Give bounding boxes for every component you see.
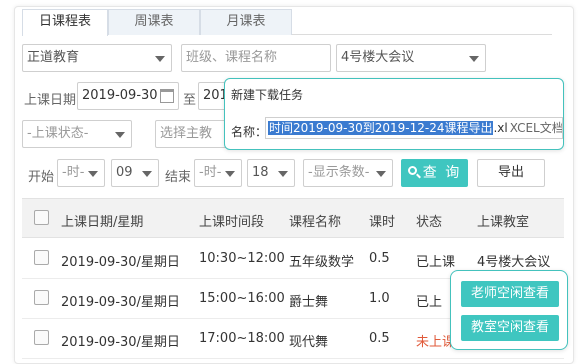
row-time: 10:30~12:00 <box>199 251 285 266</box>
search-button-label: 查 询 <box>422 165 462 181</box>
tab-monthly[interactable]: 月课表 <box>200 9 292 35</box>
to-label: 至 <box>183 93 197 108</box>
end-minute-value: 18 <box>252 165 269 180</box>
row-date: 2019-09-30/星期日 <box>61 295 180 310</box>
download-filename-input[interactable]: 时间2019-09-30到2019-12-24课程导出.xl XCEL文档 <box>265 117 563 139</box>
download-name-label: 名称： <box>231 125 268 139</box>
end-hour-select[interactable]: -时- <box>194 159 242 187</box>
row-status: 已上 <box>416 295 443 310</box>
filetype-label: XCEL文档 <box>509 121 563 135</box>
chevron-down-icon <box>155 56 165 62</box>
chevron-down-icon <box>115 132 125 138</box>
row-date: 2019-09-30/星期日 <box>61 255 180 270</box>
end-label: 结束 <box>165 170 192 185</box>
calendar-icon[interactable] <box>160 89 174 103</box>
row-course: 五年级数学 <box>289 255 355 270</box>
header-date[interactable]: 上课日期/星期 <box>61 211 143 230</box>
page-size-placeholder: -显示条数- <box>308 165 370 180</box>
header-room[interactable]: 上课教室 <box>477 211 529 230</box>
status-select[interactable]: -上课状态- <box>22 120 132 148</box>
class-course-input[interactable]: 班级、课程名称 <box>181 44 331 72</box>
filename-extension: .xl <box>493 121 508 135</box>
teacher-free-button[interactable]: 老师空闲查看 <box>461 281 559 307</box>
class-course-placeholder: 班级、课程名称 <box>186 50 278 65</box>
start-hour-placeholder: -时- <box>62 165 85 180</box>
row-time: 17:00~18:00 <box>199 331 285 346</box>
start-label: 开始 <box>28 170 55 185</box>
room-select[interactable]: 4号楼大会议 <box>336 44 486 72</box>
header-hours[interactable]: 课时 <box>369 211 395 230</box>
row-status: 已上课 <box>416 255 456 270</box>
row-course: 现代舞 <box>289 335 329 350</box>
teacher-select-placeholder: 选择主教 <box>160 126 213 141</box>
table-header: 上课日期/星期 上课时间段 课程名称 课时 状态 上课教室 <box>22 198 564 238</box>
row-hours: 0.5 <box>369 251 390 266</box>
select-all-checkbox[interactable] <box>34 210 49 225</box>
chevron-down-icon <box>376 171 386 177</box>
row-course: 爵士舞 <box>289 295 329 310</box>
start-minute-value: 09 <box>116 165 133 180</box>
export-button[interactable]: 导出 <box>477 159 545 187</box>
search-button[interactable]: 查 询 <box>401 159 468 187</box>
row-checkbox[interactable] <box>34 250 49 265</box>
teacher-select[interactable]: 选择主教 <box>155 120 235 148</box>
download-dialog: 新建下载任务 名称： 时间2019-09-30到2019-12-24课程导出.x… <box>224 78 564 150</box>
download-dialog-title: 新建下载任务 <box>231 88 304 102</box>
row-checkbox[interactable] <box>34 290 49 305</box>
date-label: 上课日期 <box>24 93 77 108</box>
room-select-value: 4号楼大会议 <box>341 50 415 65</box>
end-minute-select[interactable]: 18 <box>247 159 295 187</box>
school-select[interactable]: 正道教育 <box>22 44 172 72</box>
header-time[interactable]: 上课时间段 <box>199 211 264 230</box>
page-size-select[interactable]: -显示条数- <box>303 159 393 187</box>
chevron-down-icon <box>278 171 288 177</box>
row-checkbox[interactable] <box>34 330 49 345</box>
chevron-down-icon <box>225 171 235 177</box>
chevron-down-icon <box>88 171 98 177</box>
free-time-popover: 老师空闲查看 教室空闲查看 <box>450 270 568 350</box>
row-hours: 0.5 <box>369 331 390 346</box>
start-minute-select[interactable]: 09 <box>111 159 159 187</box>
filename-selected: 时间2019-09-30到2019-12-24课程导出 <box>268 121 494 135</box>
row-hours: 1.0 <box>369 291 390 306</box>
tab-bar: 日课程表 周课表 月课表 <box>22 9 552 36</box>
status-select-placeholder: -上课状态- <box>27 126 89 141</box>
tab-weekly[interactable]: 周课表 <box>108 9 200 35</box>
school-select-value: 正道教育 <box>27 50 80 65</box>
row-time: 15:00~16:00 <box>199 291 285 306</box>
header-status[interactable]: 状态 <box>416 211 442 230</box>
chevron-down-icon <box>142 171 152 177</box>
tab-daily[interactable]: 日课程表 <box>22 9 108 36</box>
date-start-input[interactable]: 2019-09-30 <box>77 82 179 110</box>
row-room: 4号楼大会议 <box>477 255 551 270</box>
chevron-down-icon <box>469 56 479 62</box>
date-start-value: 2019-09-30 <box>82 88 158 103</box>
header-course[interactable]: 课程名称 <box>289 211 341 230</box>
row-date: 2019-09-30/星期日 <box>61 335 180 350</box>
search-icon <box>407 166 421 179</box>
end-hour-placeholder: -时- <box>199 165 222 180</box>
room-free-button[interactable]: 教室空闲查看 <box>461 315 559 341</box>
start-hour-select[interactable]: -时- <box>57 159 105 187</box>
